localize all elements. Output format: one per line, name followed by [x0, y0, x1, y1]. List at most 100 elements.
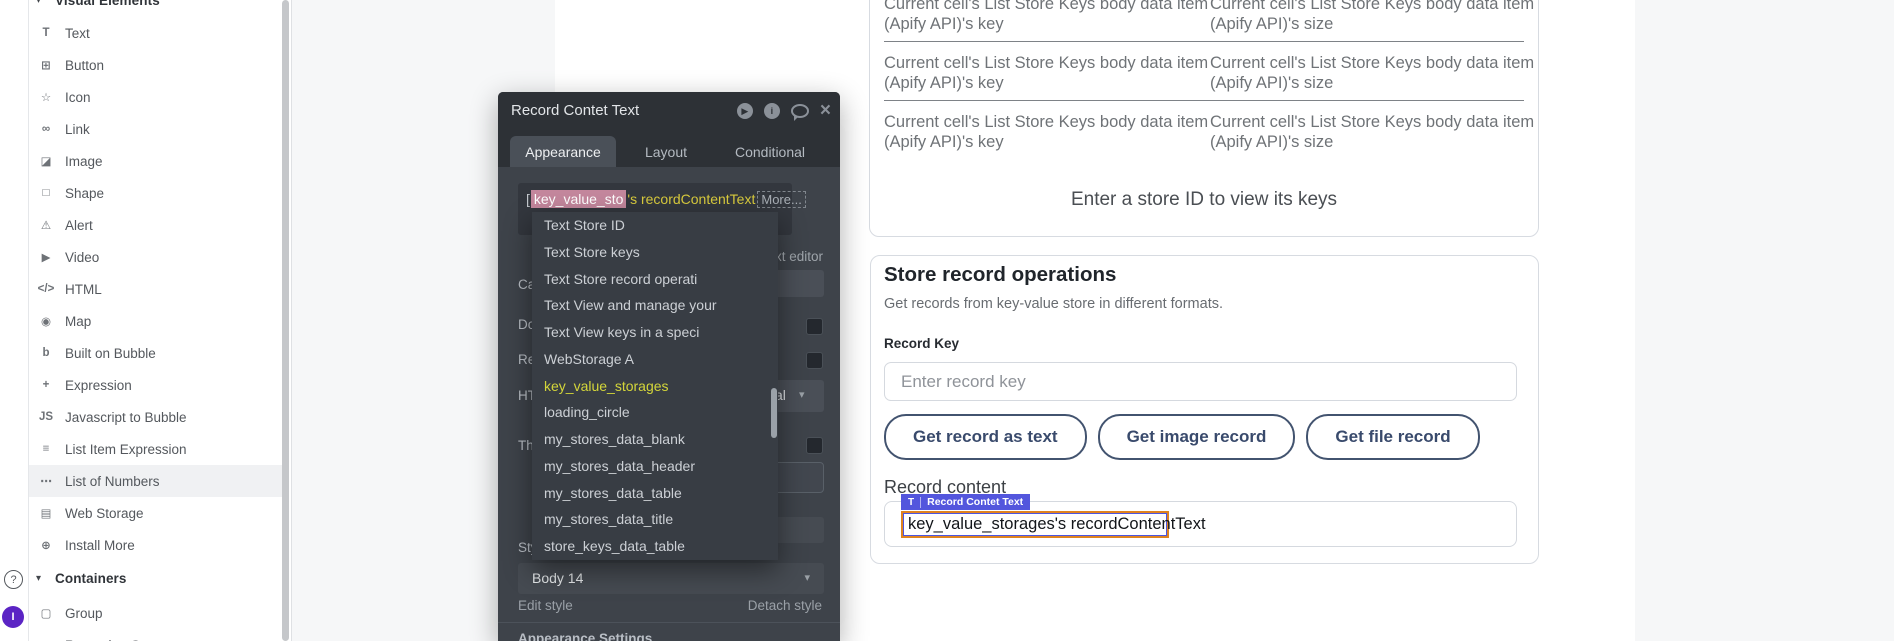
dropdown-item[interactable]: Text Store ID [532, 212, 778, 239]
element-label: Button [65, 58, 104, 73]
record-key-input[interactable] [884, 362, 1517, 401]
sidebar-element-item[interactable]: ◪ Image [29, 145, 282, 177]
cell-key-text[interactable]: Current cell's List Store Keys body data… [884, 0, 1219, 34]
record-key-label: Record Key [884, 336, 959, 351]
visual-elements-header[interactable]: ▾ Visual Elements [29, 0, 160, 12]
sidebar-element-item[interactable]: b Built on Bubble [29, 337, 282, 369]
sidebar-element-item[interactable]: </> HTML [29, 273, 282, 305]
tab-layout[interactable]: Layout [616, 136, 716, 167]
dropdown-item[interactable]: key_value_storages [532, 373, 778, 400]
expression-text[interactable]: 's recordContentText [627, 191, 755, 207]
sidebar-element-item[interactable]: T Text [29, 17, 282, 49]
comment-icon[interactable] [791, 104, 809, 118]
element-type-icon: ⊞ [36, 58, 56, 72]
dropdown-item[interactable]: loading_circle [532, 399, 778, 426]
insert-dynamic-data-button[interactable] [770, 270, 824, 297]
collapse-caret-icon[interactable]: ▾ [36, 573, 48, 584]
sidebar-element-item[interactable]: ▶ Video [29, 241, 282, 273]
checkbox[interactable] [806, 352, 823, 369]
dropdown-item[interactable]: my_stores_data_title [532, 506, 778, 533]
dropdown-item[interactable]: store_keys_data_table [532, 533, 778, 560]
sidebar-element-item[interactable]: ▢ Group [29, 597, 282, 629]
collapse-caret-icon[interactable]: ▾ [36, 0, 48, 6]
sidebar-element-item[interactable]: ▤ Web Storage [29, 497, 282, 529]
element-type-icon: ◪ [36, 154, 56, 168]
dropdown-item[interactable]: Text View keys in a speci [532, 319, 778, 346]
cell-size-text[interactable]: Current cell's List Store Keys body data… [1210, 0, 1545, 34]
element-label: Alert [65, 218, 93, 233]
dropdown-item[interactable]: my_stores_data_table [532, 480, 778, 507]
play-icon[interactable]: ▶ [737, 103, 753, 119]
property-editor-panel: Record Contet Text ▶ i × Appearance Layo… [498, 92, 840, 641]
sidebar-element-item[interactable]: + Expression [29, 369, 282, 401]
cell-size-text[interactable]: Current cell's List Store Keys body data… [1210, 113, 1545, 152]
more-button[interactable]: More... [757, 191, 805, 208]
containers-header[interactable]: ▾ Containers [29, 566, 127, 590]
sidebar-element-item[interactable]: ⚠ Alert [29, 209, 282, 241]
cell-size-text[interactable]: Current cell's List Store Keys body data… [1210, 54, 1545, 93]
element-label: HTML [65, 282, 102, 297]
selected-element-chip-label: Record Contet Text [927, 496, 1023, 508]
cell-key-text[interactable]: Current cell's List Store Keys body data… [884, 113, 1219, 152]
dropdown-item[interactable]: my_stores_data_header [532, 453, 778, 480]
tab-conditional[interactable]: Conditional [716, 136, 824, 167]
element-label: Link [65, 122, 90, 137]
style-select[interactable]: Body 14 ▾ [518, 563, 824, 594]
dropdown-item[interactable]: Text Store keys [532, 239, 778, 266]
table-row[interactable]: Current cell's List Store Keys body data… [884, 113, 1524, 172]
checkbox[interactable] [806, 318, 823, 335]
containers-list: ▢ Group ▦ Repeating Group [29, 597, 282, 641]
sidebar-scrollbar[interactable] [282, 0, 289, 641]
selected-token[interactable]: key_value_sto [531, 190, 627, 208]
tab-appearance[interactable]: Appearance [510, 136, 616, 167]
panel-title: Record Contet Text [511, 102, 639, 119]
sidebar-element-item[interactable]: ⊕ Install More [29, 529, 282, 561]
close-icon[interactable]: × [820, 103, 831, 119]
table-row[interactable]: Current cell's List Store Keys body data… [884, 0, 1524, 54]
get-record-button[interactable]: Get image record [1098, 414, 1296, 460]
element-type-icon: JS [36, 411, 56, 423]
sidebar-element-item[interactable]: ▦ Repeating Group [29, 629, 282, 641]
dropdown-scrollbar[interactable] [771, 388, 777, 438]
appearance-settings-header: Appearance Settings [518, 631, 652, 641]
sidebar-element-item[interactable]: ⊞ Button [29, 49, 282, 81]
selected-element-chip: T Record Contet Text [901, 494, 1030, 510]
sidebar-element-item[interactable]: ◉ Map [29, 305, 282, 337]
checkbox[interactable] [806, 437, 823, 454]
panel-divider [498, 622, 840, 623]
selected-text-element[interactable]: key_value_storages's recordContentText [901, 511, 1169, 538]
element-label: Javascript to Bubble [65, 410, 187, 425]
element-label: List of Numbers [65, 474, 160, 489]
dropdown-item[interactable]: Text View and manage your [532, 292, 778, 319]
info-icon[interactable]: i [764, 103, 780, 119]
text-element-icon: T [908, 497, 921, 508]
element-type-icon: b [36, 347, 56, 359]
dropdown-item[interactable]: WebStorage A [532, 346, 778, 373]
sidebar-element-item[interactable]: JS Javascript to Bubble [29, 401, 282, 433]
dropdown-item[interactable]: Text Store record operati [532, 266, 778, 293]
sidebar-element-item[interactable]: ⋯ List of Numbers [29, 465, 282, 497]
dropdown-item[interactable]: my_stores_data_blank [532, 426, 778, 453]
edit-style-link[interactable]: Edit style [518, 598, 573, 613]
rich-text-editor-link[interactable]: xt editor [775, 249, 823, 264]
element-label: Image [65, 154, 103, 169]
element-label: Built on Bubble [65, 346, 156, 361]
table-row[interactable]: Current cell's List Store Keys body data… [884, 54, 1524, 113]
panel-control-fragment[interactable] [770, 517, 824, 543]
sidebar-element-item[interactable]: ≡ List Item Expression [29, 433, 282, 465]
element-label: Map [65, 314, 91, 329]
detach-style-link[interactable]: Detach style [748, 598, 822, 613]
help-icon[interactable]: ? [4, 570, 23, 589]
sidebar-element-item[interactable]: □ Shape [29, 177, 282, 209]
chat-bubble-icon[interactable]: I [2, 606, 24, 628]
panel-header-icons: ▶ i × [737, 103, 831, 119]
get-record-button[interactable]: Get record as text [884, 414, 1087, 460]
get-record-button[interactable]: Get file record [1306, 414, 1479, 460]
panel-titlebar[interactable]: Record Contet Text ▶ i × [498, 92, 840, 130]
autocomplete-dropdown: Text Store ID Text Store keys Text Store… [532, 212, 778, 560]
element-type-icon: ≡ [36, 443, 56, 455]
section-title: Store record operations [884, 263, 1116, 287]
cell-key-text[interactable]: Current cell's List Store Keys body data… [884, 54, 1219, 93]
sidebar-element-item[interactable]: ∞ Link [29, 113, 282, 145]
sidebar-element-item[interactable]: ☆ Icon [29, 81, 282, 113]
